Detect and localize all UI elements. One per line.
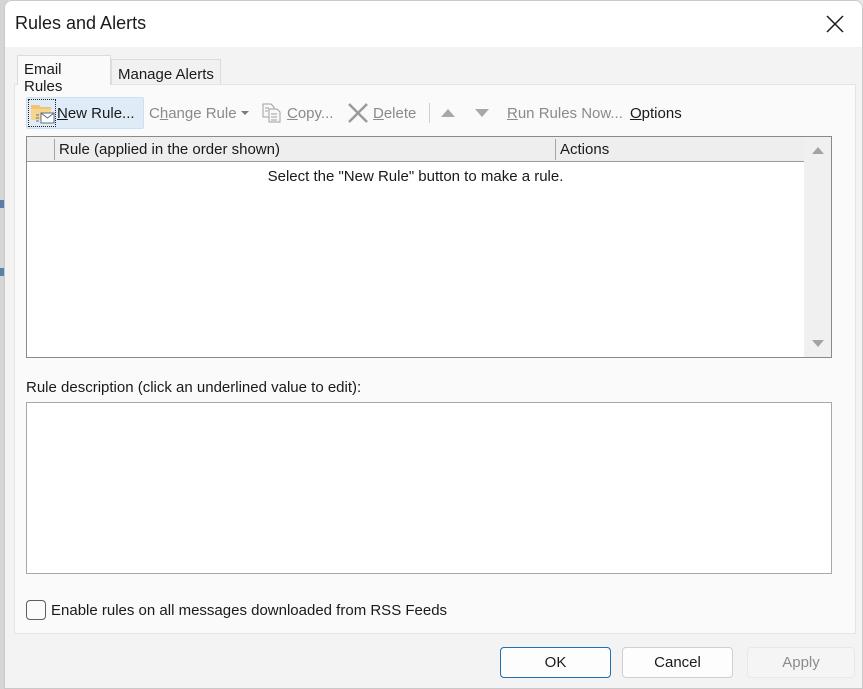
move-up-button[interactable] bbox=[441, 97, 461, 129]
delete-label: elete bbox=[383, 104, 417, 122]
rss-rules-checkbox[interactable] bbox=[26, 600, 46, 620]
copy-label: opy... bbox=[297, 104, 334, 122]
delete-x-icon bbox=[348, 103, 368, 123]
rules-list[interactable]: Rule (applied in the order shown) Action… bbox=[26, 136, 832, 358]
dialog-title: Rules and Alerts bbox=[15, 13, 147, 33]
rules-list-header: Rule (applied in the order shown) Action… bbox=[27, 137, 804, 162]
column-separator[interactable] bbox=[555, 139, 556, 160]
rss-option-row: Enable rules on all messages downloaded … bbox=[26, 599, 447, 621]
new-rule-folder-icon bbox=[31, 105, 55, 124]
arrow-up-icon bbox=[441, 109, 455, 117]
tab-email-rules[interactable]: Email Rules bbox=[17, 55, 111, 95]
apply-button[interactable]: Apply bbox=[747, 647, 855, 678]
toolbar-separator bbox=[429, 103, 430, 123]
rule-description-box[interactable] bbox=[26, 402, 832, 574]
move-down-button[interactable] bbox=[475, 97, 495, 129]
options-button[interactable]: Options bbox=[630, 97, 682, 129]
change-rule-label: ange Rule bbox=[168, 104, 237, 122]
rules-and-alerts-dialog: Rules and Alerts Email Rules Manage Aler… bbox=[4, 0, 863, 689]
rules-toolbar: New Rule... Change Rule Copy... Delete R… bbox=[15, 97, 855, 129]
new-rule-button[interactable]: New Rule... bbox=[26, 97, 144, 129]
cancel-button[interactable]: Cancel bbox=[622, 647, 733, 678]
email-rules-panel: New Rule... Change Rule Copy... Delete R… bbox=[14, 84, 856, 634]
scroll-up-icon[interactable] bbox=[812, 147, 824, 154]
tab-manage-alerts[interactable]: Manage Alerts bbox=[111, 59, 221, 85]
close-icon bbox=[826, 15, 844, 33]
delete-button[interactable]: Delete bbox=[347, 97, 416, 129]
dropdown-caret-icon bbox=[240, 111, 249, 115]
copy-button[interactable]: Copy... bbox=[261, 97, 333, 129]
arrow-down-icon bbox=[475, 109, 489, 117]
vertical-scrollbar[interactable] bbox=[804, 137, 831, 357]
tab-label: Manage Alerts bbox=[118, 66, 214, 83]
title-bar: Rules and Alerts bbox=[5, 1, 862, 47]
ok-button[interactable]: OK bbox=[500, 647, 611, 678]
scroll-down-icon[interactable] bbox=[812, 340, 824, 347]
close-button[interactable] bbox=[812, 5, 858, 43]
options-label: ptions bbox=[641, 104, 682, 122]
run-rules-now-button[interactable]: Run Rules Now... bbox=[507, 97, 623, 129]
column-separator[interactable] bbox=[54, 139, 55, 160]
change-rule-button[interactable]: Change Rule bbox=[149, 97, 250, 129]
rss-rules-label[interactable]: Enable rules on all messages downloaded … bbox=[51, 602, 447, 619]
tab-label: Email Rules bbox=[24, 61, 63, 95]
column-header-rule[interactable]: Rule (applied in the order shown) bbox=[59, 141, 280, 158]
new-rule-label: ew Rule... bbox=[67, 104, 135, 122]
column-header-actions[interactable]: Actions bbox=[560, 141, 609, 158]
empty-list-message: Select the "New Rule" button to make a r… bbox=[267, 168, 564, 185]
run-rules-now-label: un Rules Now... bbox=[517, 104, 623, 122]
copy-icon bbox=[262, 103, 281, 123]
rule-description-label: Rule description (click an underlined va… bbox=[26, 379, 362, 396]
mnemonic: N bbox=[57, 104, 68, 122]
